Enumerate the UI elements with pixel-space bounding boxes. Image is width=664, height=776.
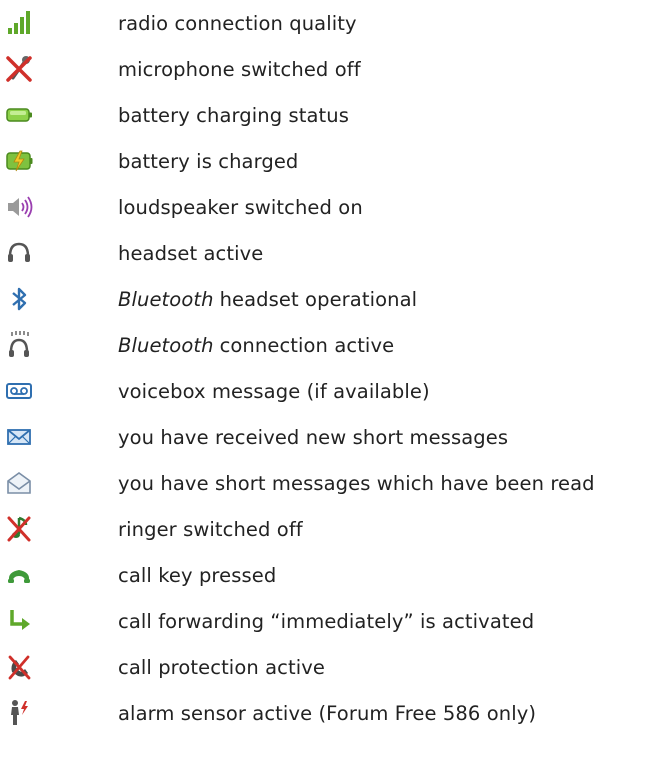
legend-row-call-key: call key pressed <box>0 552 664 598</box>
legend-row-call-protection: call protection active <box>0 644 664 690</box>
call-key-icon <box>4 560 34 590</box>
legend-label: ringer switched off <box>118 517 303 541</box>
legend-label: alarm sensor active (Forum Free 586 only… <box>118 701 537 725</box>
legend-row-bluetooth-connection: Bluetooth connection active <box>0 322 664 368</box>
legend-label: call forwarding “immediately” is activat… <box>118 609 535 633</box>
legend-row-envelope-new: you have received new short messages <box>0 414 664 460</box>
bluetooth-icon <box>4 284 34 314</box>
legend-label: Bluetooth connection active <box>118 322 394 368</box>
microphone-off-icon <box>4 54 34 84</box>
legend-label: battery charging status <box>118 103 350 127</box>
alarm-sensor-icon <box>4 698 34 728</box>
legend-label-text: connection active <box>219 333 395 357</box>
legend-row-bluetooth-headset: Bluetooth headset operational <box>0 276 664 322</box>
legend-row-microphone: microphone switched off <box>0 46 664 92</box>
legend-row-headset: headset active <box>0 230 664 276</box>
legend-row-signal: radio connection quality <box>0 0 664 46</box>
legend-label-emphasis: Bluetooth <box>118 333 214 357</box>
envelope-read-icon <box>4 468 34 498</box>
legend-label: call protection active <box>118 655 325 679</box>
legend-label: microphone switched off <box>118 57 361 81</box>
legend-row-voicebox: voicebox message (if available) <box>0 368 664 414</box>
headset-icon <box>4 238 34 268</box>
legend-row-alarm-sensor: alarm sensor active (Forum Free 586 only… <box>0 690 664 736</box>
legend-label: radio connection quality <box>118 11 357 35</box>
call-forward-icon <box>4 606 34 636</box>
bluetooth-connection-icon <box>4 330 34 360</box>
legend-label: you have short messages which have been … <box>118 471 595 495</box>
ringer-off-icon <box>4 514 34 544</box>
legend-label: voicebox message (if available) <box>118 379 430 403</box>
legend-label: loudspeaker switched on <box>118 195 363 219</box>
legend-row-envelope-read: you have short messages which have been … <box>0 460 664 506</box>
battery-charging-icon <box>4 100 34 130</box>
legend-label-emphasis: Bluetooth <box>118 287 214 311</box>
legend-row-call-forward: call forwarding “immediately” is activat… <box>0 598 664 644</box>
legend-label: you have received new short messages <box>118 425 509 449</box>
battery-charged-icon <box>4 146 34 176</box>
legend-row-ringer-off: ringer switched off <box>0 506 664 552</box>
legend-row-battery-charged: battery is charged <box>0 138 664 184</box>
signal-strength-icon <box>4 8 34 38</box>
voicebox-icon <box>4 376 34 406</box>
legend-label: battery is charged <box>118 149 299 173</box>
legend-label-text: headset operational <box>219 287 418 311</box>
loudspeaker-on-icon <box>4 192 34 222</box>
legend-label: call key pressed <box>118 563 277 587</box>
icon-legend: radio connection quality microphone swit… <box>0 0 664 776</box>
legend-row-loudspeaker: loudspeaker switched on <box>0 184 664 230</box>
legend-label: headset active <box>118 241 264 265</box>
legend-row-battery-charging: battery charging status <box>0 92 664 138</box>
legend-label: Bluetooth headset operational <box>118 276 417 322</box>
call-protection-icon <box>4 652 34 682</box>
envelope-new-icon <box>4 422 34 452</box>
